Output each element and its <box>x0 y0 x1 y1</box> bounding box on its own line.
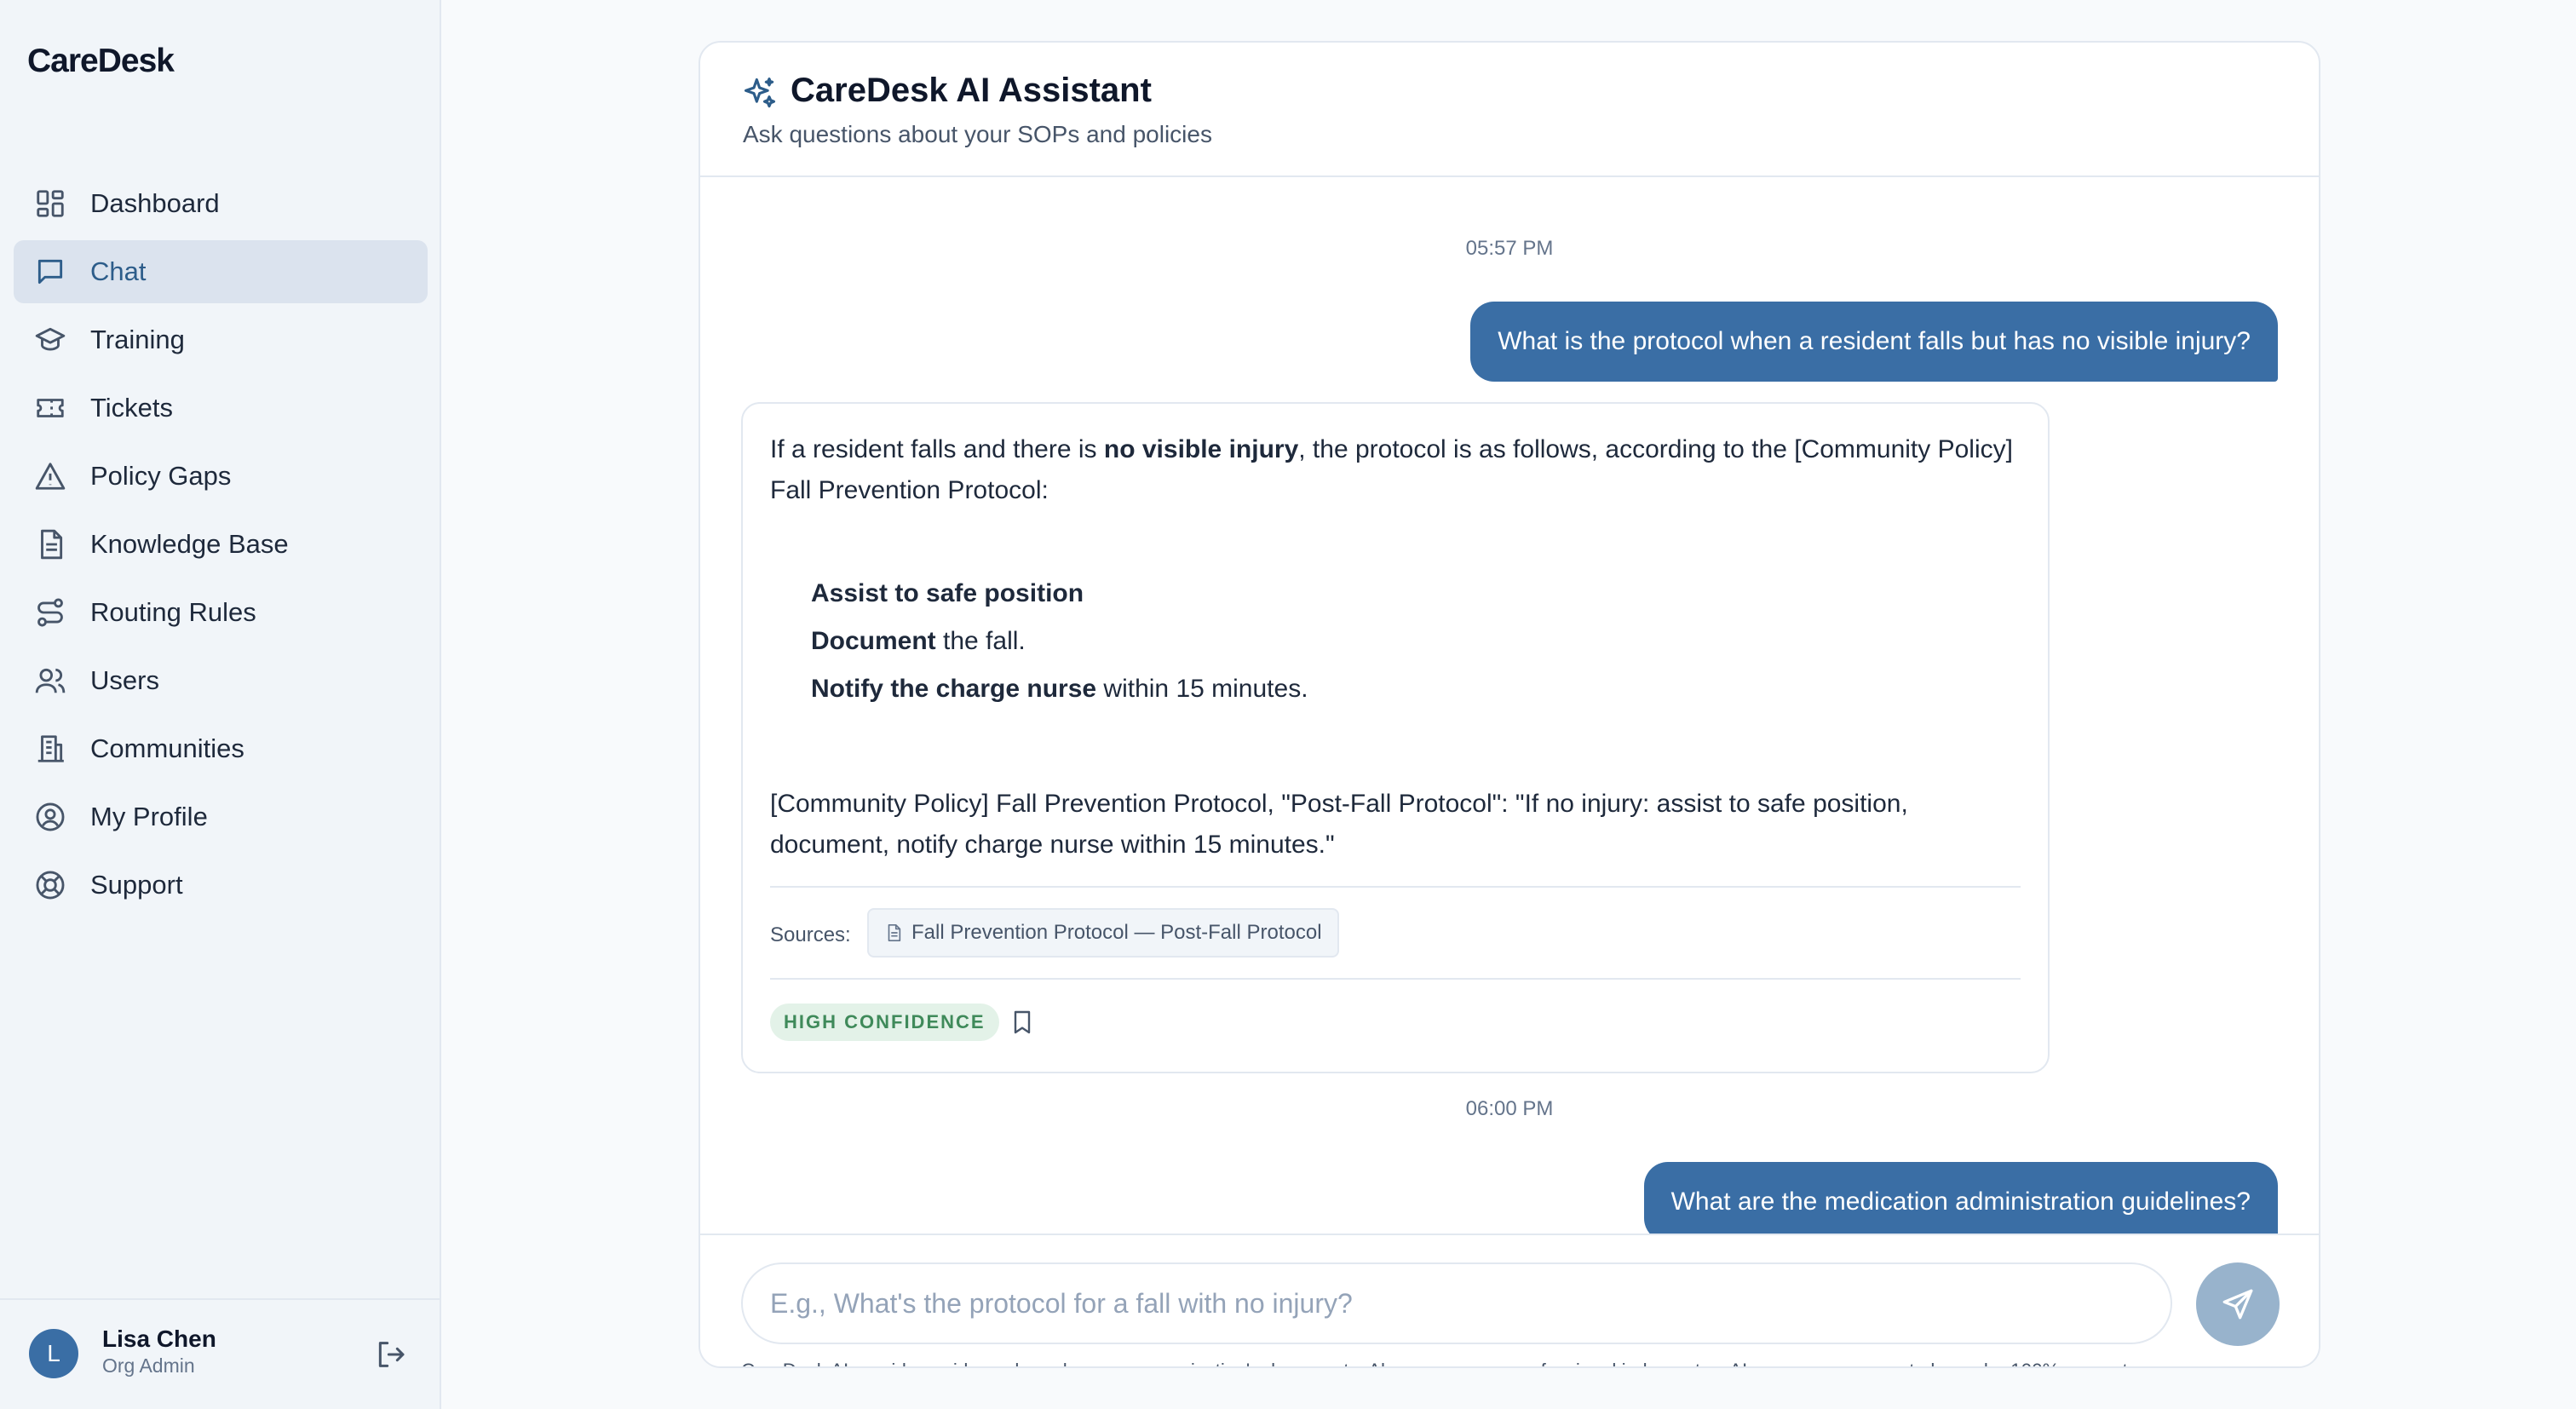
list-item: Document the fall. <box>811 627 1026 655</box>
ai-message: If a resident falls and there is no visi… <box>741 402 2050 1073</box>
sidebar-item-my-profile[interactable]: My Profile <box>14 785 428 848</box>
sidebar-item-knowledge-base[interactable]: Knowledge Base <box>14 513 428 576</box>
sidebar-item-training[interactable]: Training <box>14 308 428 371</box>
chat-icon <box>34 256 66 288</box>
sidebar-item-label: Tickets <box>90 393 174 423</box>
sidebar-item-communities[interactable]: Communities <box>14 717 428 780</box>
user-name: Lisa Chen <box>102 1326 216 1352</box>
sidebar-item-tickets[interactable]: Tickets <box>14 377 428 440</box>
sidebar-item-chat[interactable]: Chat <box>14 240 428 303</box>
chat-panel: CareDesk AI Assistant Ask questions abou… <box>699 41 2320 1368</box>
sparkle-icon <box>741 75 779 112</box>
list-item: Assist to safe position <box>811 579 1084 607</box>
user-role: Org Admin <box>102 1354 195 1377</box>
send-button[interactable] <box>2196 1262 2280 1346</box>
page-title: CareDesk AI Assistant <box>791 72 1152 109</box>
chat-composer: CareDesk AI provides guidance based on y… <box>700 1234 2319 1366</box>
dashboard-icon <box>34 187 66 220</box>
ai-message-intro: If a resident falls and there is no visi… <box>770 435 2013 504</box>
chat-header: CareDesk AI Assistant Ask questions abou… <box>700 43 2319 177</box>
sidebar-item-label: Dashboard <box>90 188 220 218</box>
graduation-cap-icon <box>34 324 66 356</box>
bookmark-icon[interactable] <box>1009 1009 1036 1036</box>
sources-label: Sources: <box>770 923 851 946</box>
sidebar-item-label: Users <box>90 665 159 695</box>
sidebar-item-policy-gaps[interactable]: Policy Gaps <box>14 445 428 508</box>
divider <box>770 886 2021 888</box>
lifebuoy-icon <box>34 869 66 901</box>
confidence-badge: HIGH CONFIDENCE <box>770 1004 999 1041</box>
sidebar-item-label: Knowledge Base <box>90 529 289 559</box>
source-chip[interactable]: Fall Prevention Protocol — Post-Fall Pro… <box>867 908 1339 958</box>
logout-icon[interactable] <box>373 1337 407 1372</box>
message-list[interactable]: 05:57 PM What is the protocol when a res… <box>700 177 2319 1234</box>
sidebar-item-routing-rules[interactable]: Routing Rules <box>14 581 428 644</box>
user-profile-box: L Lisa Chen Org Admin <box>0 1298 440 1409</box>
building-icon <box>34 733 66 765</box>
message-timestamp: 06:00 PM <box>1465 1097 1554 1120</box>
sidebar-item-label: Communities <box>90 733 244 763</box>
sidebar-item-dashboard[interactable]: Dashboard <box>14 172 428 235</box>
list-item: Notify the charge nurse within 15 minute… <box>811 675 1308 703</box>
send-icon <box>2220 1286 2256 1322</box>
warning-triangle-icon <box>34 460 66 492</box>
ticket-icon <box>34 392 66 424</box>
document-icon <box>884 923 903 942</box>
source-chip-label: Fall Prevention Protocol — Post-Fall Pro… <box>911 921 1322 944</box>
users-icon <box>34 664 66 697</box>
page-subtitle: Ask questions about your SOPs and polici… <box>743 121 1212 147</box>
sidebar-item-label: Chat <box>90 256 147 286</box>
user-message: What is the protocol when a resident fal… <box>1470 302 2278 382</box>
ai-disclaimer: CareDesk AI provides guidance based on y… <box>741 1360 2143 1366</box>
divider <box>770 978 2021 980</box>
user-circle-icon <box>34 801 66 833</box>
user-message: What are the medication administration g… <box>1643 1162 2278 1234</box>
avatar[interactable]: L <box>29 1329 78 1378</box>
sidebar-item-label: Routing Rules <box>90 597 256 627</box>
sidebar-item-support[interactable]: Support <box>14 854 428 917</box>
sidebar-item-users[interactable]: Users <box>14 649 428 712</box>
app-logo[interactable]: CareDesk <box>27 43 175 80</box>
sidebar: CareDesk Dashboard Chat Training Tickets <box>0 0 441 1409</box>
route-icon <box>34 596 66 629</box>
sidebar-nav: Dashboard Chat Training Tickets Policy G… <box>14 172 428 922</box>
sidebar-item-label: Training <box>90 325 185 354</box>
document-icon <box>34 528 66 561</box>
sidebar-item-label: My Profile <box>90 802 208 831</box>
sidebar-item-label: Support <box>90 870 183 900</box>
chat-input[interactable] <box>741 1262 2172 1344</box>
sidebar-item-label: Policy Gaps <box>90 461 232 491</box>
ai-message-citation: [Community Policy] Fall Prevention Proto… <box>770 790 1908 859</box>
message-timestamp: 05:57 PM <box>1465 237 1554 260</box>
